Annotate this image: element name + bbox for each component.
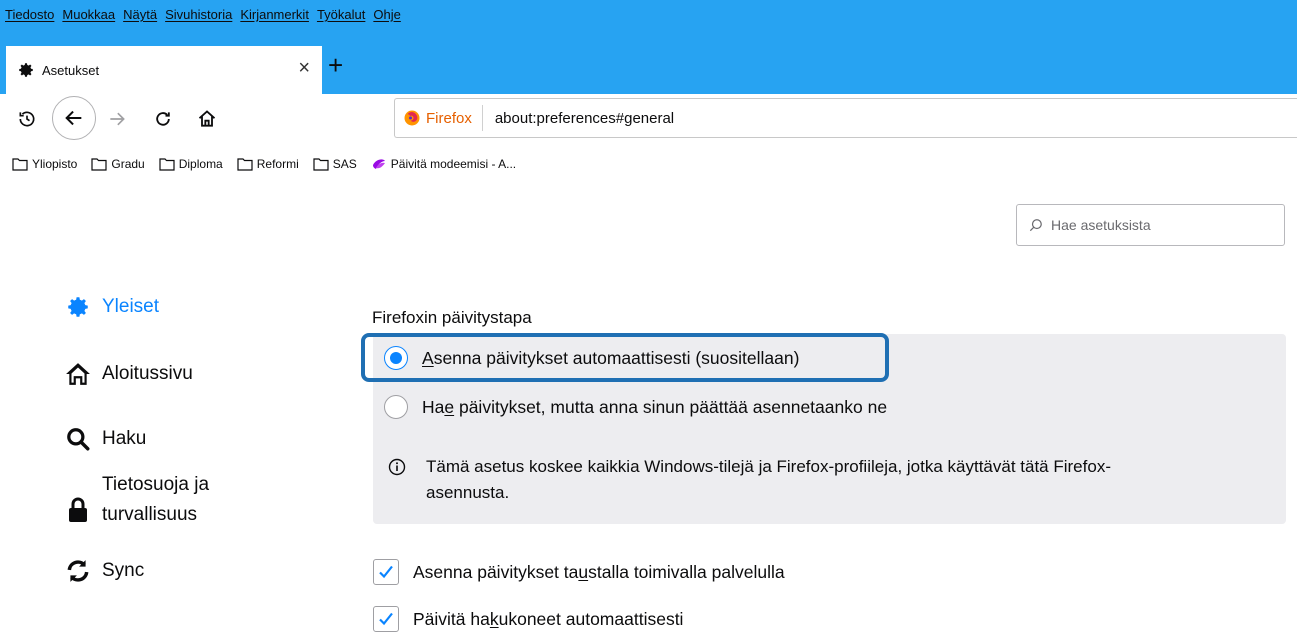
sidebar-item-label: Yleiset (102, 296, 160, 317)
checkbox-background-service[interactable]: Asenna päivitykset taustalla toimivalla … (373, 559, 785, 585)
sidebar-item-label: Haku (102, 428, 147, 449)
bookmark-label: Reformi (256, 157, 299, 171)
navigation-toolbar: Firefox about:preferences#general (0, 94, 1297, 144)
checkbox-update-search-engines[interactable]: Päivitä hakukoneet automaattisesti (373, 606, 683, 632)
url-text[interactable]: about:preferences#general (483, 110, 674, 127)
forward-button[interactable] (102, 104, 132, 134)
menu-bar: Tiedosto Muokkaa Näytä Sivuhistoria Kirj… (0, 0, 1297, 36)
section-title-update-mode: Firefoxin päivitystapa (372, 308, 532, 327)
folder-icon (91, 158, 107, 171)
info-icon (388, 454, 408, 506)
bookmark-telia[interactable]: Päivitä modeemisi - A... (371, 156, 516, 172)
preferences-content: Hae asetuksista Yleiset Aloitussivu Haku (0, 182, 1297, 642)
menu-file[interactable]: Tiedosto (5, 7, 54, 22)
bookmark-label: SAS (332, 157, 357, 171)
browser-chrome: Tiedosto Muokkaa Näytä Sivuhistoria Kirj… (0, 0, 1297, 182)
menu-bookmarks[interactable]: Kirjanmerkit (240, 7, 309, 22)
search-placeholder: Hae asetuksista (1051, 217, 1151, 233)
home-icon (64, 360, 92, 388)
menu-view[interactable]: Näytä (123, 7, 157, 22)
menu-history[interactable]: Sivuhistoria (165, 7, 232, 22)
radio-label: Hae päivitykset, mutta anna sinun päättä… (422, 396, 888, 417)
checkbox-checked[interactable] (373, 559, 399, 585)
radio-check-only[interactable]: Hae päivitykset, mutta anna sinun päättä… (384, 395, 887, 419)
gear-icon (14, 58, 38, 82)
home-icon[interactable] (192, 104, 222, 134)
lock-icon (64, 496, 92, 524)
telia-logo-icon (372, 159, 385, 169)
identity-box[interactable]: Firefox (403, 105, 483, 131)
bookmarks-toolbar: Yliopisto Gradu Diploma Reformi SAS Päiv… (0, 146, 1297, 182)
gear-icon (64, 293, 92, 321)
checkmark-icon (379, 612, 393, 626)
bookmark-diploma[interactable]: Diploma (159, 157, 223, 171)
folder-icon (159, 158, 175, 171)
info-text-line1: Tämä asetus koskee kaikkia Windows-tilej… (426, 457, 1111, 476)
checkbox-label: Päivitä hakukoneet automaattisesti (413, 608, 684, 629)
bookmark-sas[interactable]: SAS (313, 157, 357, 171)
sidebar-item-label: Aloitussivu (102, 363, 193, 384)
sidebar-item-sync[interactable]: Sync (64, 557, 144, 585)
bookmark-yliopisto[interactable]: Yliopisto (12, 157, 77, 171)
search-icon (64, 425, 92, 453)
sidebar-item-label-line2: turvallisuus (102, 504, 198, 525)
back-button[interactable] (52, 96, 96, 140)
history-icon[interactable] (12, 104, 42, 134)
bookmark-reformi[interactable]: Reformi (237, 157, 299, 171)
bookmark-gradu[interactable]: Gradu (91, 157, 145, 171)
sidebar-item-label-line1: Tietosuoja ja (102, 474, 210, 495)
bookmark-label: Diploma (178, 157, 223, 171)
bookmark-label: Päivitä modeemisi - A... (390, 157, 517, 171)
menu-tools[interactable]: Työkalut (317, 7, 365, 22)
checkmark-icon (379, 565, 393, 579)
identity-label: Firefox (426, 109, 472, 127)
folder-icon (12, 158, 28, 171)
close-tab-icon[interactable]: × (298, 58, 310, 78)
menu-edit[interactable]: Muokkaa (62, 7, 115, 22)
sidebar-item-label: Sync (102, 560, 145, 581)
search-icon (1029, 219, 1042, 232)
bookmark-label: Yliopisto (32, 157, 78, 171)
firefox-logo-icon (404, 110, 420, 126)
menu-help[interactable]: Ohje (373, 7, 400, 22)
folder-icon (237, 158, 253, 171)
checkbox-label: Asenna päivitykset taustalla toimivalla … (413, 561, 785, 582)
tab-settings[interactable]: Asetukset × (6, 46, 322, 94)
reload-icon[interactable] (148, 104, 178, 134)
info-text-line2: asennusta. (426, 483, 510, 502)
sidebar-item-home[interactable]: Aloitussivu (64, 360, 193, 388)
tab-strip: Asetukset × + (0, 36, 1297, 94)
url-bar[interactable]: Firefox about:preferences#general (394, 98, 1297, 138)
radio-button-unchecked[interactable] (384, 395, 408, 419)
info-message: Tämä asetus koskee kaikkia Windows-tilej… (388, 454, 1268, 506)
search-input[interactable]: Hae asetuksista (1016, 204, 1285, 246)
sync-icon (64, 557, 92, 585)
sidebar-item-general[interactable]: Yleiset (64, 293, 159, 321)
tab-title: Asetukset (42, 62, 100, 78)
sidebar-item-search[interactable]: Haku (64, 425, 146, 453)
new-tab-button[interactable]: + (328, 52, 343, 78)
bookmark-label: Gradu (111, 157, 145, 171)
highlight-annotation (361, 333, 889, 382)
checkbox-checked[interactable] (373, 606, 399, 632)
folder-icon (313, 158, 329, 171)
sidebar-item-privacy[interactable]: Tietosuoja ja turvallisuus (64, 470, 209, 530)
